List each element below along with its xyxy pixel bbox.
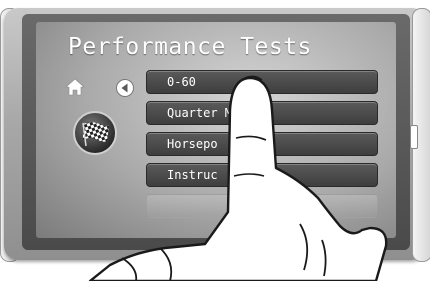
device-side-port [410,125,418,149]
menu-item-0-60[interactable]: 0-60 [146,70,378,94]
checkered-flag-icon [72,110,118,156]
menu-item-quarter-mile[interactable]: Quarter M [146,101,378,125]
back-arrow-icon[interactable] [114,77,136,99]
device-screen: Performance Tests 0-60 Quarter M Horsepo… [36,22,396,238]
menu-item-instructions[interactable]: Instruc [146,163,378,187]
page-title: Performance Tests [68,34,312,60]
menu-item-horsepower[interactable]: Horsepo [146,132,378,156]
home-icon[interactable] [64,76,86,98]
test-menu: 0-60 Quarter M Horsepo Instruc [146,70,378,225]
menu-item-empty [146,194,378,218]
